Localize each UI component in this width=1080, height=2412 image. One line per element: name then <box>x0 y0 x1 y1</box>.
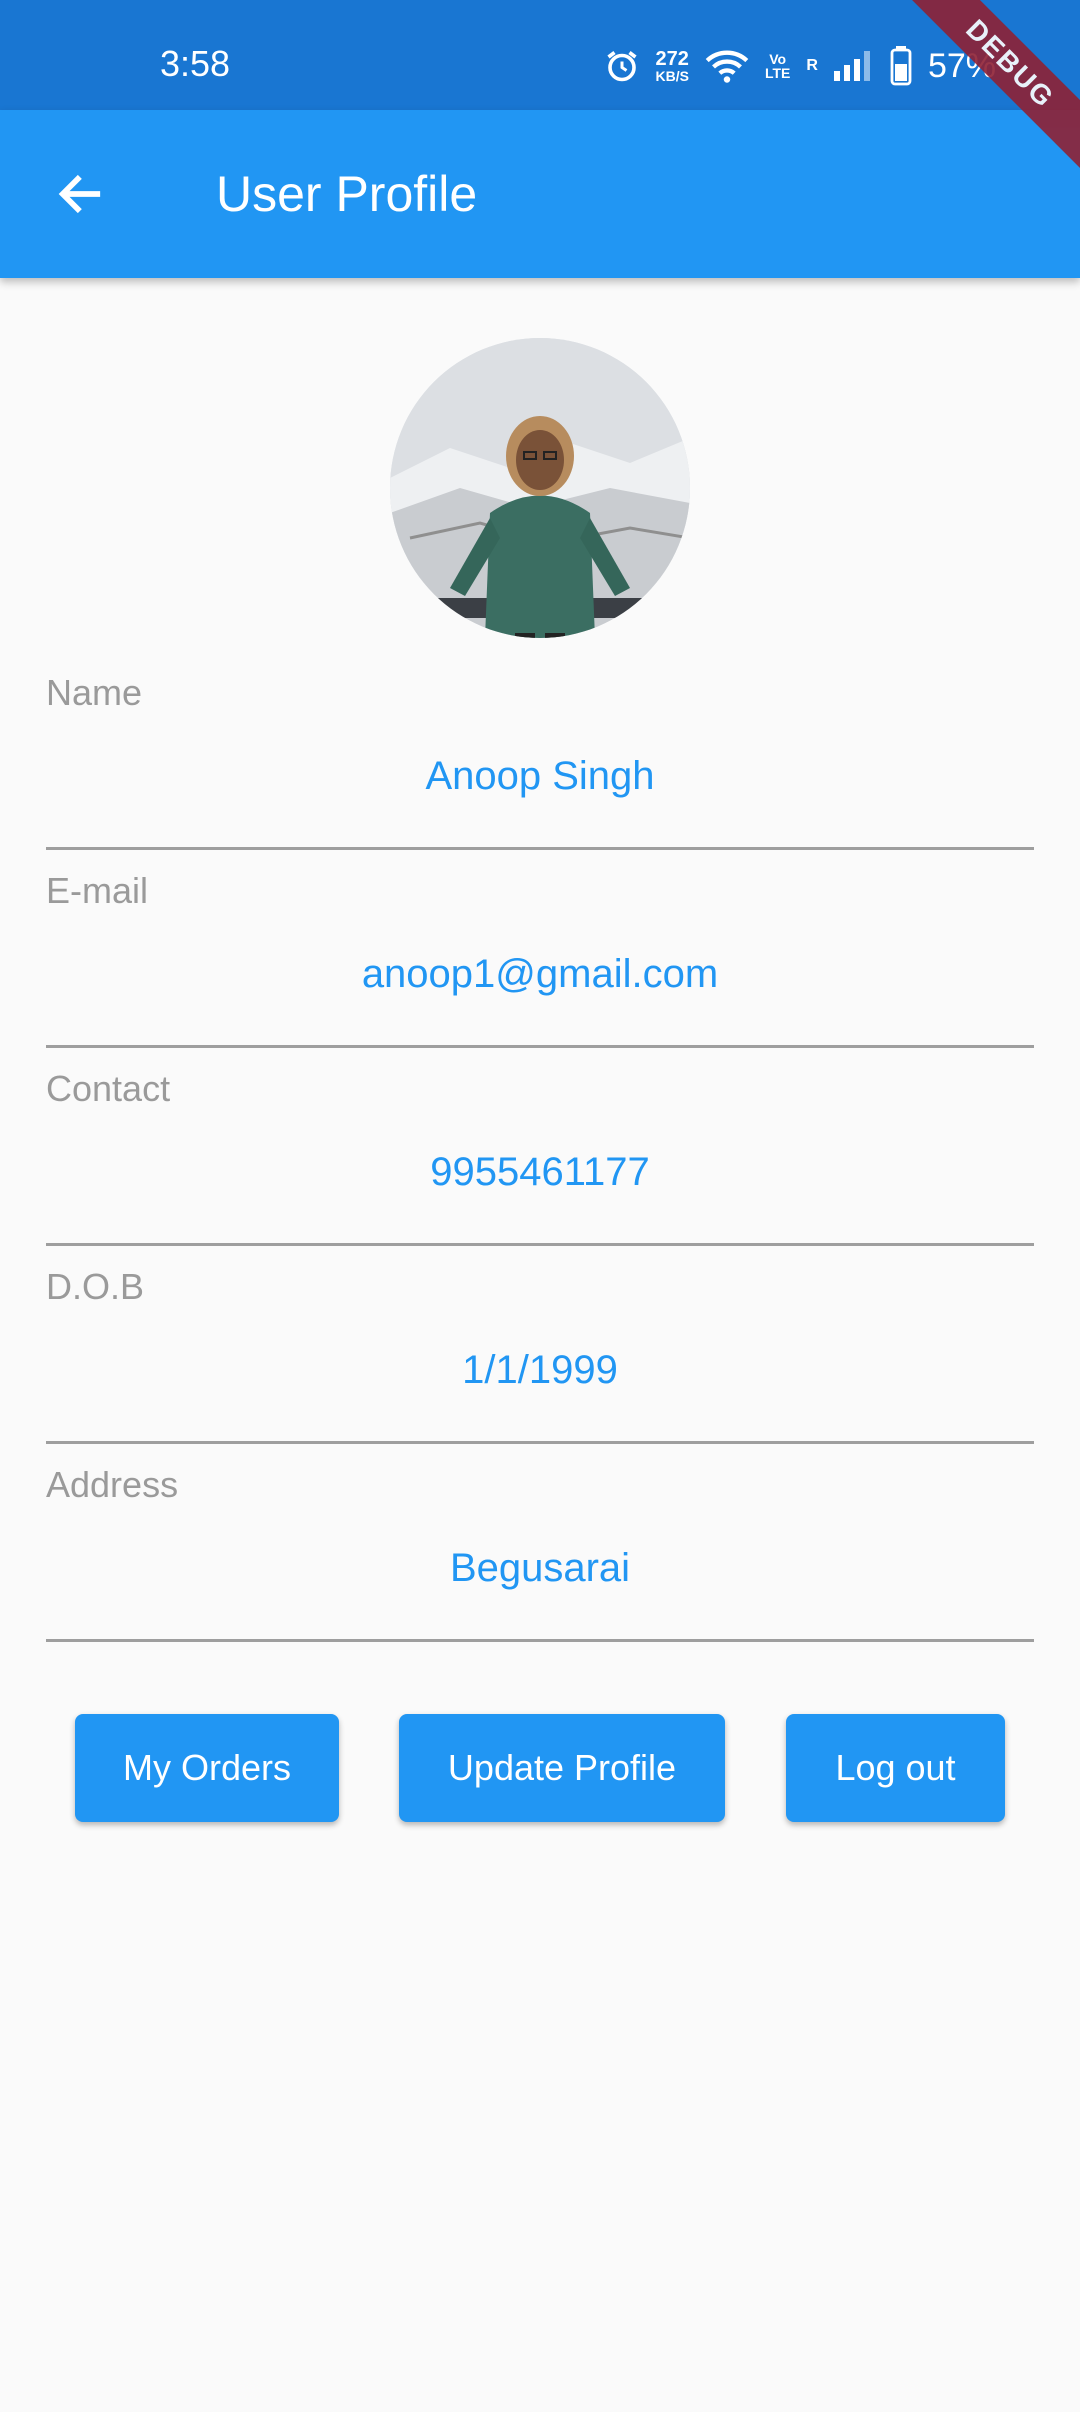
status-time: 3:58 <box>160 43 231 84</box>
contact-value: 9955461177 <box>430 1150 650 1194</box>
volte-top: Vo <box>769 51 787 67</box>
name-label: Name <box>46 672 143 713</box>
update-profile-button[interactable]: Update Profile <box>399 1714 725 1822</box>
signal-icon <box>833 51 874 81</box>
volte-bottom: LTE <box>764 65 791 81</box>
profile-avatar <box>390 338 690 638</box>
status-bar: 3:58 272 KB/S Vo LTE R 57% <box>0 0 1080 110</box>
volte-indicator: Vo LTE <box>765 52 790 80</box>
email-field: E-mail anoop1@gmail.com <box>46 850 1034 1048</box>
net-speed-unit: KB/S <box>655 68 689 84</box>
net-speed: 272 KB/S <box>656 49 689 83</box>
address-field: Address Begusarai <box>46 1444 1034 1642</box>
address-label: Address <box>46 1464 179 1505</box>
roaming-indicator: R <box>806 57 818 74</box>
contact-label: Contact <box>46 1068 171 1109</box>
back-arrow-icon <box>58 174 101 214</box>
address-value: Begusarai <box>449 1546 631 1590</box>
dob-value: 1/1/1999 <box>462 1348 618 1392</box>
name-value: Anoop Singh <box>425 754 655 798</box>
name-field: Name Anoop Singh <box>46 652 1034 850</box>
email-label: E-mail <box>46 870 149 911</box>
logout-button[interactable]: Log out <box>786 1714 1005 1822</box>
email-value: anoop1@gmail.com <box>361 952 719 996</box>
alarm-icon <box>604 48 640 84</box>
battery-icon <box>890 46 912 86</box>
my-orders-button[interactable]: My Orders <box>75 1714 339 1822</box>
net-speed-value: 272 <box>655 48 689 70</box>
back-button[interactable] <box>48 162 112 226</box>
app-bar: User Profile <box>0 110 1080 278</box>
page-title: User Profile <box>216 166 478 222</box>
dob-field: D.O.B 1/1/1999 <box>46 1246 1034 1444</box>
wifi-icon <box>705 48 749 84</box>
status-icons: 272 KB/S Vo LTE R 57% <box>604 44 996 88</box>
dob-label: D.O.B <box>46 1266 145 1307</box>
contact-field: Contact 9955461177 <box>46 1048 1034 1246</box>
